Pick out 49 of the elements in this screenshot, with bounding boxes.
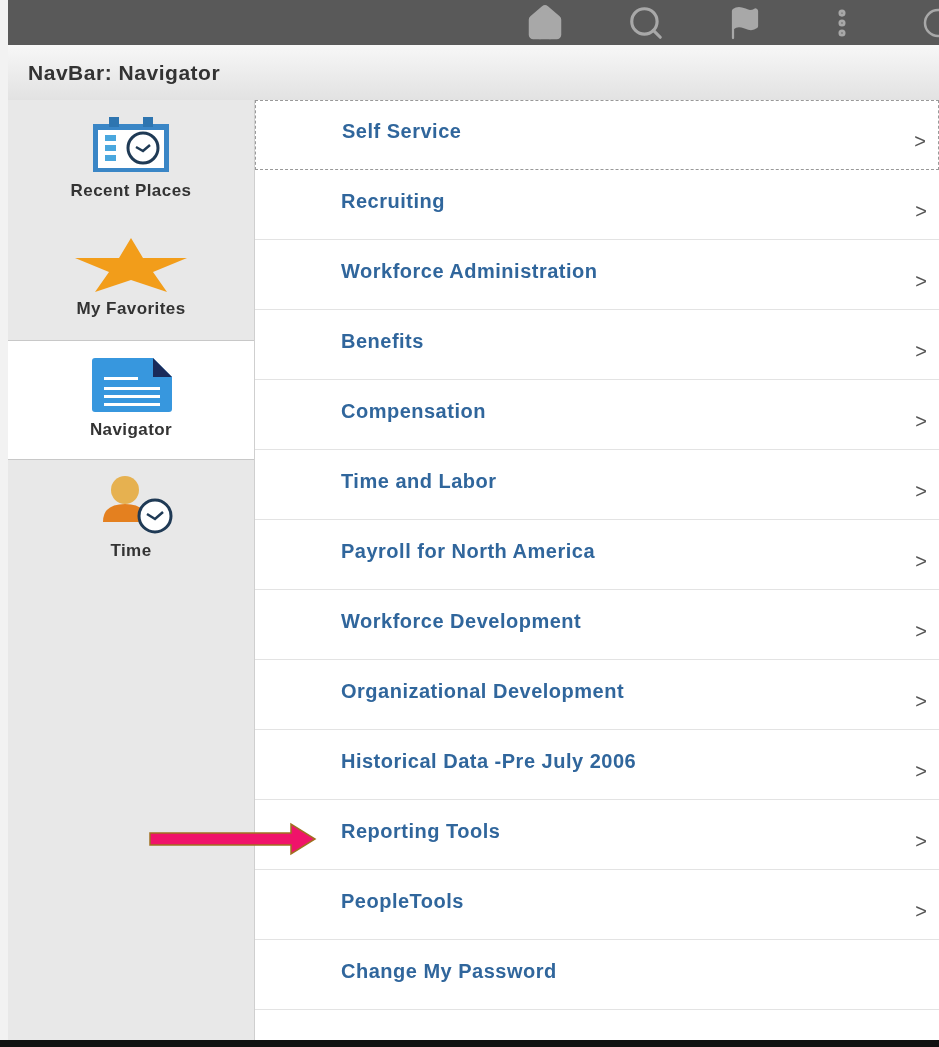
menu-item[interactable]: Organizational Development >	[255, 660, 939, 730]
menu-item[interactable]: Payroll for North America >	[255, 520, 939, 590]
sidebar-item-label: Navigator	[89, 419, 173, 442]
chevron: >	[915, 198, 927, 224]
menu-item-label: Payroll for North America	[341, 538, 597, 564]
menu-item-label: Workforce Administration	[341, 258, 599, 284]
menu-item[interactable]: Compensation >	[255, 380, 939, 450]
menu-item-label: Compensation	[341, 398, 487, 424]
chevron: >	[915, 478, 927, 504]
sidebar-item-label: My Favorites	[76, 298, 186, 321]
sidebar-item[interactable]: My Favorites	[8, 220, 254, 340]
menu-item-label: Workforce Development	[341, 608, 583, 634]
chevron: >	[915, 758, 927, 784]
menu-item[interactable]: Historical Data -Pre July 2006 >	[255, 730, 939, 800]
sidebar-item-label: Time	[110, 540, 152, 563]
chevron: >	[915, 268, 927, 294]
sidebar-item[interactable]: Time	[8, 460, 254, 580]
menu-item-label: PeopleTools	[341, 888, 465, 914]
chevron: >	[915, 338, 927, 364]
menu-item-label: Self Service	[342, 119, 463, 144]
menu-item-label: Change My Password	[341, 958, 558, 984]
menu-item-label: Organizational Development	[341, 678, 626, 704]
chevron: >	[914, 129, 926, 154]
menu-item[interactable]: Workforce Development >	[255, 590, 939, 660]
calendar-clock-icon	[91, 116, 171, 175]
menu-item[interactable]: Recruiting >	[255, 170, 939, 240]
menu-item[interactable]: PeopleTools >	[255, 870, 939, 940]
menu-item[interactable]: Benefits >	[255, 310, 939, 380]
menu-item-label: Benefits	[341, 328, 425, 354]
page-title: NavBar: Navigator	[28, 59, 221, 86]
menu-item[interactable]: Reporting Tools >	[255, 800, 939, 870]
chevron: >	[915, 898, 927, 924]
sidebar-item[interactable]: Navigator	[8, 340, 254, 460]
menu-item-label: Recruiting	[341, 188, 446, 214]
menu-item-label: Reporting Tools	[341, 818, 502, 844]
menu-item-label: Time and Labor	[341, 468, 498, 494]
menu-item[interactable]: Self Service >	[255, 100, 939, 170]
chevron: >	[915, 408, 927, 434]
sidebar-item-label: Recent Places	[70, 180, 192, 203]
menu-item-label: Historical Data -Pre July 2006	[341, 748, 638, 774]
menu-item[interactable]: Workforce Administration >	[255, 240, 939, 310]
chevron: >	[915, 618, 927, 644]
star-icon	[75, 238, 187, 293]
chevron: >	[915, 688, 927, 714]
menu-item[interactable]: Time and Labor >	[255, 450, 939, 520]
chevron: >	[915, 548, 927, 574]
sidebar-item[interactable]: Recent Places	[8, 100, 254, 220]
chevron: >	[915, 828, 927, 854]
menu-item[interactable]: Change My Password	[255, 940, 939, 1010]
